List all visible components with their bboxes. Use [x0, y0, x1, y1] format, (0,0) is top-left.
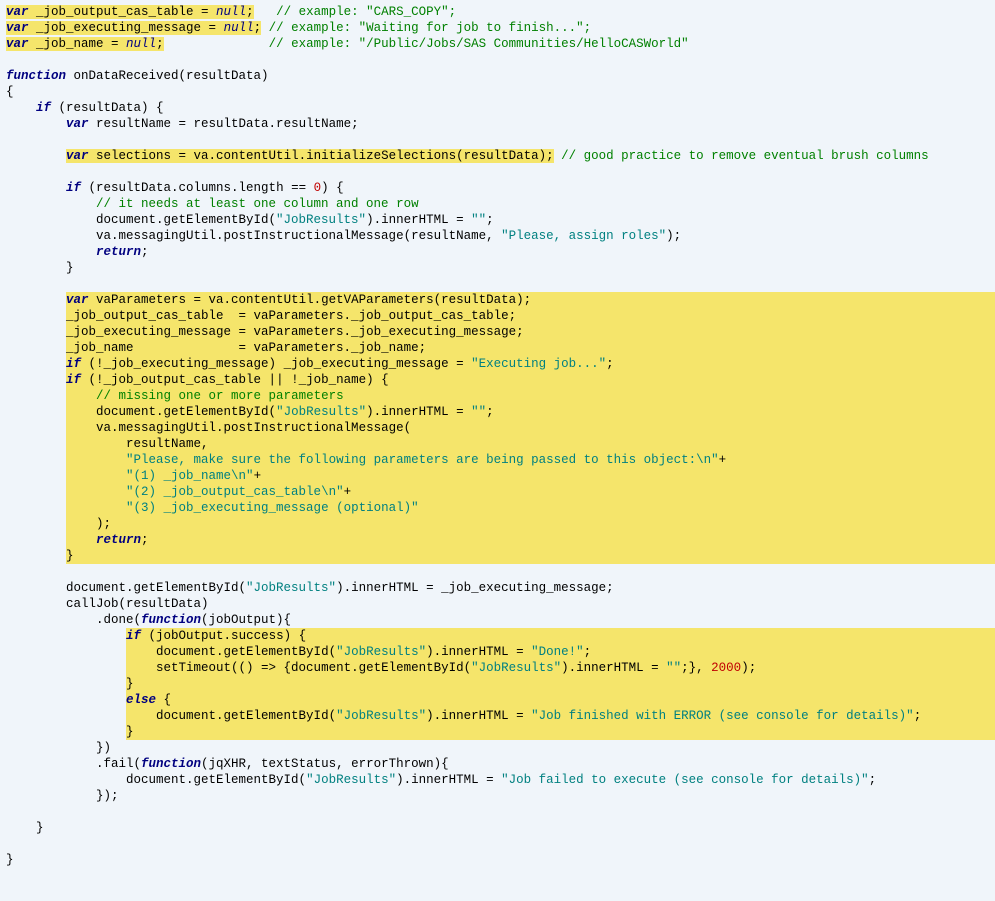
code-line: // missing one or more parameters: [6, 388, 989, 404]
code-line: va.messagingUtil.postInstructionalMessag…: [6, 228, 989, 244]
code-line: [6, 836, 989, 852]
code-line: resultName,: [6, 436, 989, 452]
code-line: [6, 804, 989, 820]
code-line: if (jobOutput.success) {: [6, 628, 989, 644]
code-line: "(3) _job_executing_message (optional)": [6, 500, 989, 516]
code-line: [6, 564, 989, 580]
code-line: }: [6, 820, 989, 836]
code-line: }: [6, 724, 989, 740]
code-line: );: [6, 516, 989, 532]
code-line: var selections = va.contentUtil.initiali…: [6, 148, 989, 164]
code-line: document.getElementById("JobResults").in…: [6, 644, 989, 660]
code-line: if (resultData.columns.length == 0) {: [6, 180, 989, 196]
code-line: var _job_name = null; // example: "/Publ…: [6, 36, 989, 52]
code-line: return;: [6, 532, 989, 548]
code-line: "Please, make sure the following paramet…: [6, 452, 989, 468]
code-line: callJob(resultData): [6, 596, 989, 612]
code-line: setTimeout(() => {document.getElementByI…: [6, 660, 989, 676]
code-line: "(1) _job_name\n"+: [6, 468, 989, 484]
code-line: .fail(function(jqXHR, textStatus, errorT…: [6, 756, 989, 772]
code-line: .done(function(jobOutput){: [6, 612, 989, 628]
code-line: _job_executing_message = vaParameters._j…: [6, 324, 989, 340]
code-line: [6, 164, 989, 180]
code-line: document.getElementById("JobResults").in…: [6, 580, 989, 596]
code-line: [6, 52, 989, 68]
code-line: document.getElementById("JobResults").in…: [6, 708, 989, 724]
code-line: document.getElementById("JobResults").in…: [6, 212, 989, 228]
code-line: function onDataReceived(resultData): [6, 68, 989, 84]
code-line: _job_name = vaParameters._job_name;: [6, 340, 989, 356]
code-block: var _job_output_cas_table = null; // exa…: [0, 0, 995, 872]
code-line: {: [6, 84, 989, 100]
code-line: }: [6, 548, 989, 564]
code-line: va.messagingUtil.postInstructionalMessag…: [6, 420, 989, 436]
code-line: }: [6, 676, 989, 692]
code-line: if (!_job_output_cas_table || !_job_name…: [6, 372, 989, 388]
code-line: _job_output_cas_table = vaParameters._jo…: [6, 308, 989, 324]
code-line: else {: [6, 692, 989, 708]
code-line: var _job_output_cas_table = null; // exa…: [6, 4, 989, 20]
code-line: "(2) _job_output_cas_table\n"+: [6, 484, 989, 500]
code-line: // it needs at least one column and one …: [6, 196, 989, 212]
code-line: var resultName = resultData.resultName;: [6, 116, 989, 132]
code-line: }): [6, 740, 989, 756]
code-line: });: [6, 788, 989, 804]
code-line: }: [6, 260, 989, 276]
code-line: return;: [6, 244, 989, 260]
code-line: [6, 132, 989, 148]
code-line: if (resultData) {: [6, 100, 989, 116]
code-line: document.getElementById("JobResults").in…: [6, 772, 989, 788]
code-line: }: [6, 852, 989, 868]
code-line: var vaParameters = va.contentUtil.getVAP…: [6, 292, 989, 308]
code-line: document.getElementById("JobResults").in…: [6, 404, 989, 420]
code-line: var _job_executing_message = null; // ex…: [6, 20, 989, 36]
code-line: [6, 276, 989, 292]
code-line: if (!_job_executing_message) _job_execut…: [6, 356, 989, 372]
